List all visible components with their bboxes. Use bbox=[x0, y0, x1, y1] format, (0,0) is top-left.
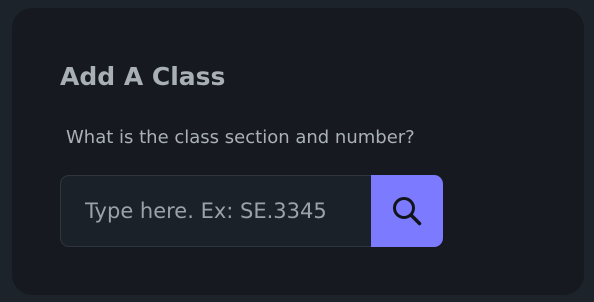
class-search-input[interactable] bbox=[60, 175, 371, 247]
card-title: Add A Class bbox=[60, 62, 226, 91]
search-button[interactable] bbox=[371, 175, 443, 247]
class-prompt-label: What is the class section and number? bbox=[66, 127, 415, 148]
search-icon bbox=[393, 197, 422, 226]
class-search-form bbox=[60, 175, 443, 247]
add-class-card: Add A Class What is the class section an… bbox=[12, 8, 584, 295]
